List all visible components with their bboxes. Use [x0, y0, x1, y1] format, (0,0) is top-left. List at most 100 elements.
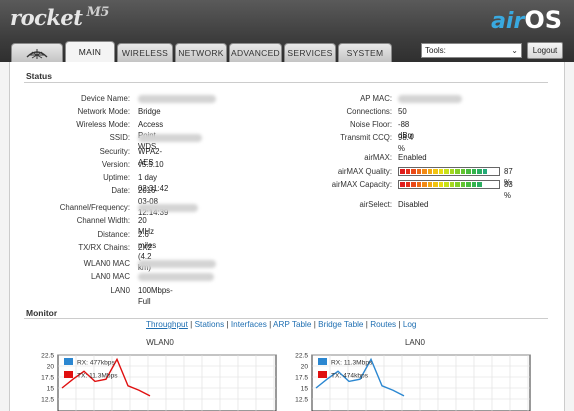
level-segment: [449, 169, 454, 174]
status-label: AP MAC:: [360, 94, 392, 103]
level-segment: [400, 169, 405, 174]
redacted-value: [398, 95, 462, 103]
status-label: Network Mode:: [77, 107, 130, 116]
level-segment: [460, 182, 465, 187]
link-routes[interactable]: Routes: [370, 320, 396, 329]
status-label: Device Name:: [81, 94, 130, 103]
level-segment: [488, 182, 493, 187]
chevron-down-icon: ⌄: [511, 46, 518, 55]
level-segment: [438, 182, 443, 187]
link-separator: |: [224, 320, 231, 329]
status-heading: Status: [26, 71, 52, 81]
level-segment: [482, 169, 487, 174]
status-label: Distance:: [97, 230, 130, 239]
airmax-capacity-bar: [398, 180, 500, 189]
status-value: 2016-03-08 12:14:39: [138, 186, 169, 217]
status-value: 100Mbps-Full: [138, 286, 173, 306]
link-stations[interactable]: Stations: [195, 320, 225, 329]
status-value: 2X2: [138, 243, 152, 252]
status-label: Uptime:: [103, 173, 130, 182]
status-label: Connections:: [346, 107, 392, 116]
level-segment: [416, 182, 421, 187]
airos-logo-os: OS: [524, 6, 562, 34]
link-log[interactable]: Log: [403, 320, 417, 329]
link-throughput[interactable]: Throughput: [146, 320, 188, 329]
status-label: Security:: [99, 147, 130, 156]
airos-logo-air: air: [491, 9, 525, 34]
status-label: Transmit CCQ:: [340, 133, 392, 142]
monitor-heading: Monitor: [26, 308, 58, 318]
legend-label: RX: 477kbps: [77, 360, 115, 367]
y-tick-label: 22.5: [41, 353, 54, 360]
tab-system[interactable]: SYSTEM: [338, 43, 392, 62]
level-segment: [433, 169, 438, 174]
level-segment: [477, 169, 482, 174]
level-segment: [411, 182, 416, 187]
status-label: Date:: [111, 186, 130, 195]
level-segment: [455, 182, 460, 187]
throughput-chart-wlan0: 22.5 20 17.5 15 12.5 RX: 477kbps TX: 11.3Mbps: [41, 353, 277, 411]
link-bridge-table[interactable]: Bridge Table: [318, 320, 363, 329]
level-segment: [405, 169, 410, 174]
tab-advanced[interactable]: ADVANCED: [229, 43, 282, 62]
level-segment: [471, 182, 476, 187]
status-value: Enabled: [398, 153, 427, 162]
y-tick-label: 20: [301, 364, 309, 371]
tab-wireless[interactable]: WIRELESS: [117, 43, 173, 62]
tab-main[interactable]: MAIN: [65, 41, 115, 62]
tab-services[interactable]: SERVICES: [284, 43, 336, 62]
ubnt-dish-icon: [26, 49, 48, 59]
level-segment: [444, 169, 449, 174]
level-segment: [422, 169, 427, 174]
brand-model: M5: [86, 5, 109, 20]
status-value: 83 %: [504, 180, 513, 200]
status-label: Channel/Frequency:: [59, 203, 130, 212]
tab-ubnt-logo[interactable]: [11, 43, 63, 62]
status-label: airMAX:: [364, 153, 392, 162]
monitor-divider: [24, 318, 548, 319]
level-segment: [482, 182, 487, 187]
header-bar: rocket M5 airOS MAIN WIRELESS NETWORK ADV…: [0, 0, 574, 62]
airmax-quality-bar: [398, 167, 500, 176]
legend-label: TX: 11.3Mbps: [77, 373, 118, 380]
status-label: TX/RX Chains:: [78, 243, 130, 252]
tab-network[interactable]: NETWORK: [175, 43, 227, 62]
level-segment: [400, 182, 405, 187]
tools-dropdown[interactable]: Tools: ⌄: [421, 43, 522, 58]
y-tick-label: 22.5: [295, 353, 308, 360]
legend-swatch: [64, 358, 73, 365]
level-segment: [433, 182, 438, 187]
level-segment: [411, 169, 416, 174]
link-arp-table[interactable]: ARP Table: [273, 320, 311, 329]
level-segment: [493, 182, 498, 187]
airos-logo: airOS: [491, 6, 562, 38]
chart-title-wlan0: WLAN0: [146, 338, 174, 347]
link-separator: |: [187, 320, 195, 329]
status-value: Bridge: [138, 107, 161, 116]
monitor-links: Throughput | Stations | Interfaces | ARP…: [146, 320, 417, 329]
link-interfaces[interactable]: Interfaces: [231, 320, 267, 329]
status-label: LAN0: [110, 286, 130, 295]
level-segment: [455, 169, 460, 174]
level-segment: [405, 182, 410, 187]
level-segment: [460, 169, 465, 174]
level-segment: [444, 182, 449, 187]
redacted-value: [138, 204, 198, 212]
level-segment: [471, 169, 476, 174]
redacted-value: [138, 273, 214, 281]
redacted-value: [138, 134, 202, 142]
link-separator: |: [396, 320, 403, 329]
status-label: airMAX Capacity:: [331, 180, 392, 189]
status-divider: [24, 82, 548, 83]
brand-logo: rocket M5: [10, 5, 109, 30]
legend-swatch: [318, 371, 327, 378]
level-segment: [427, 182, 432, 187]
status-label: Noise Floor:: [349, 120, 392, 129]
logout-button[interactable]: Logout: [527, 42, 563, 59]
brand-name: rocket: [10, 5, 83, 30]
status-label: WLAN0 MAC: [83, 259, 130, 268]
y-tick-label: 12.5: [295, 397, 308, 404]
level-segment: [477, 182, 482, 187]
status-label: Wireless Mode:: [76, 120, 130, 129]
y-tick-label: 17.5: [41, 375, 54, 382]
